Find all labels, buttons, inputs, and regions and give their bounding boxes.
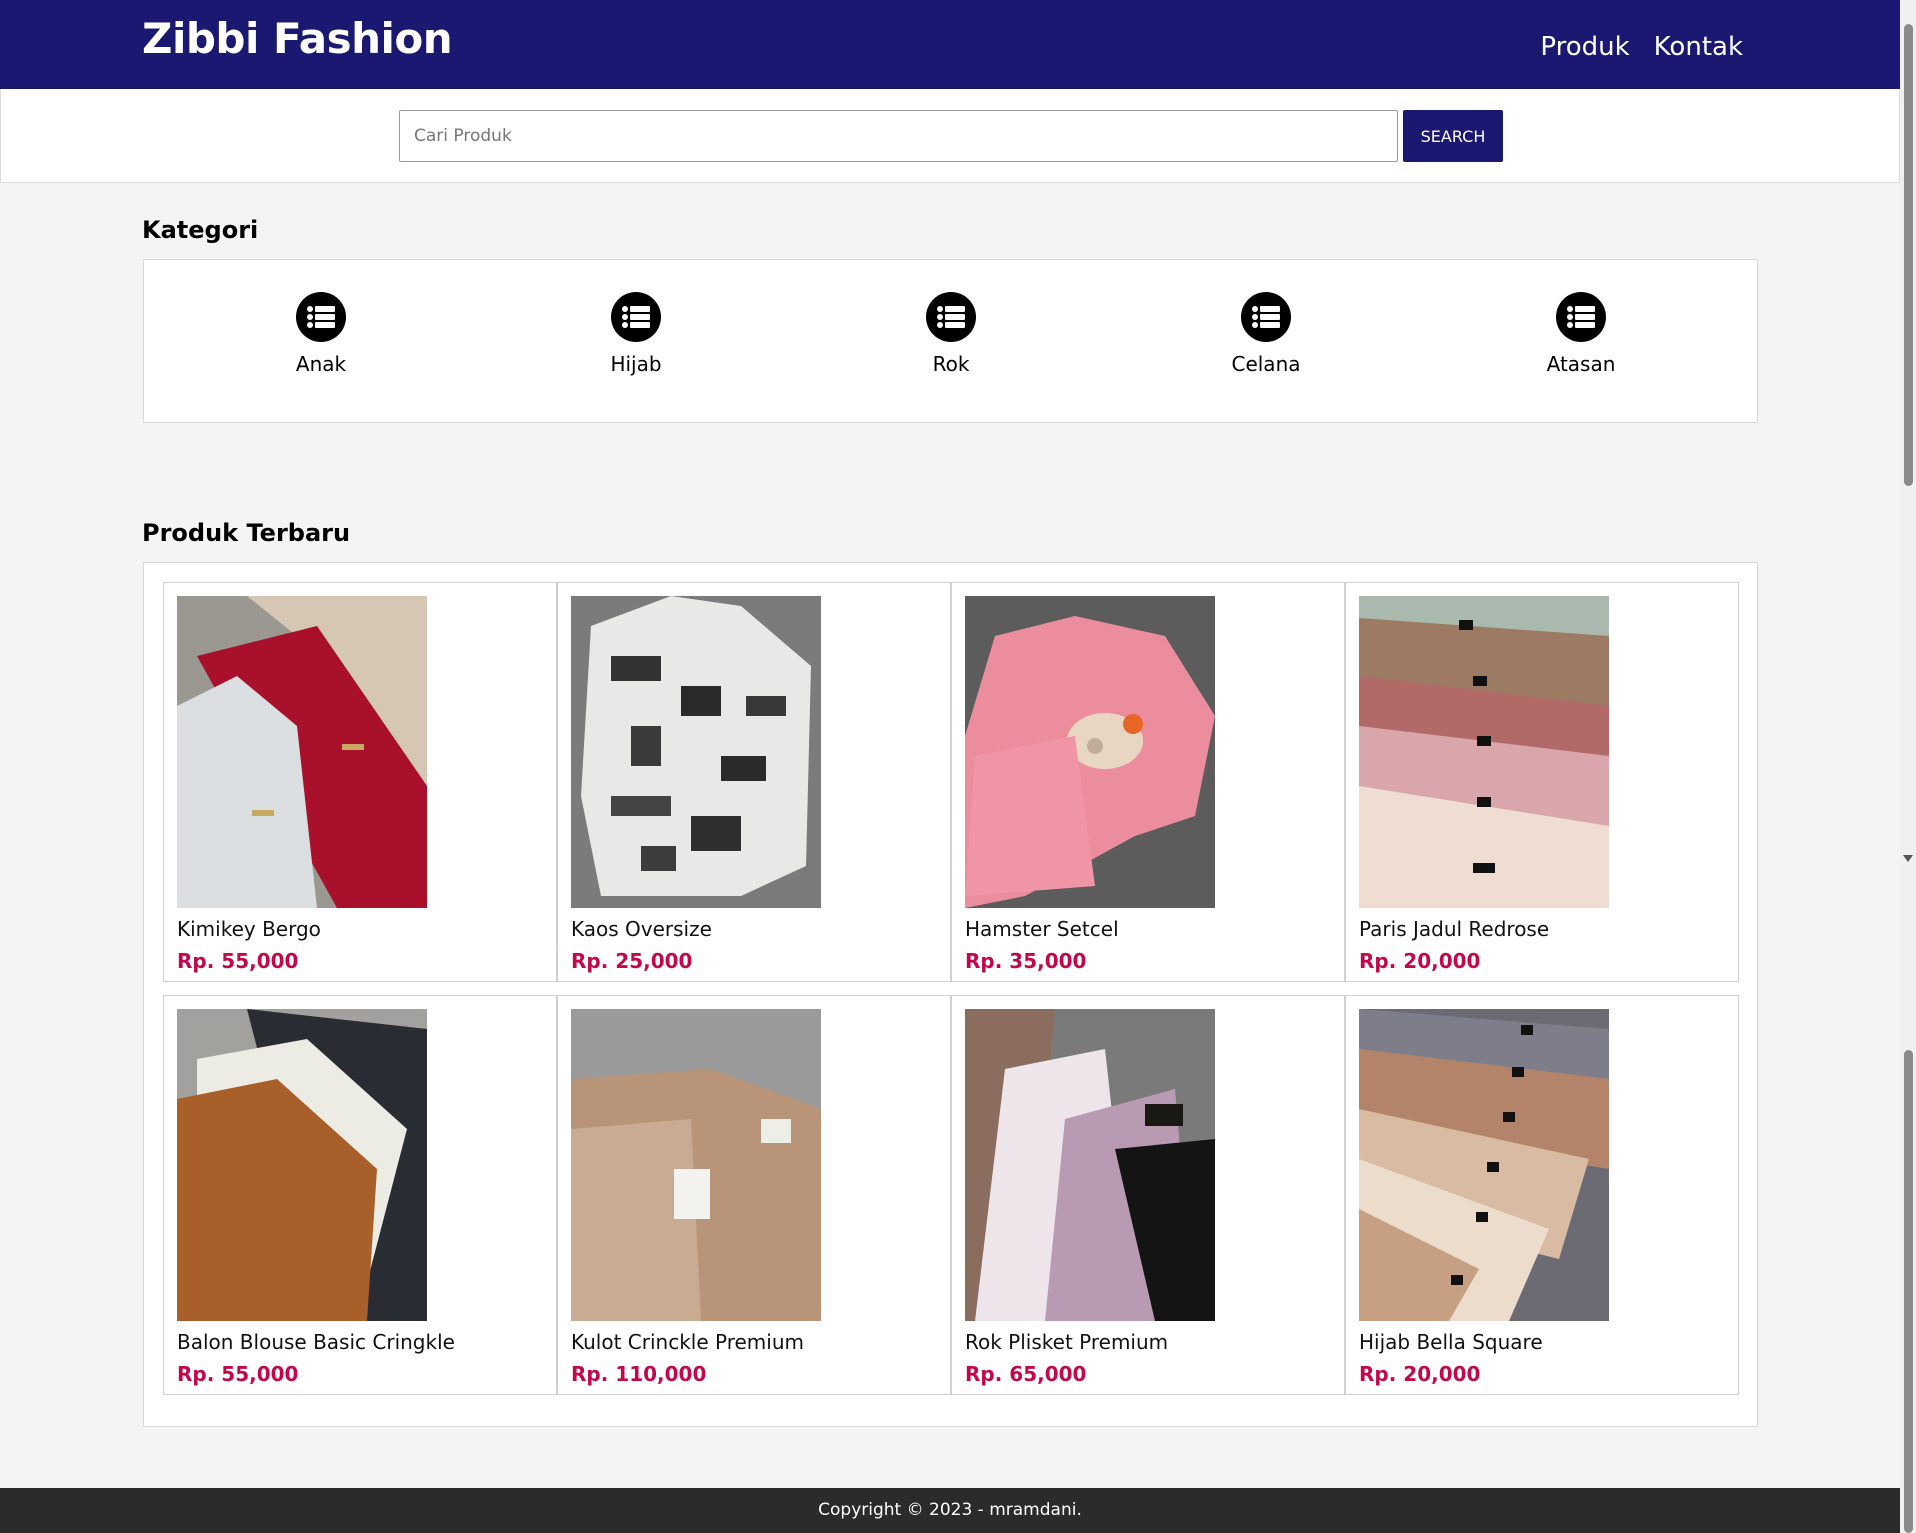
product-price: Rp. 20,000 [1359, 949, 1481, 973]
category-label: Atasan [1546, 352, 1616, 376]
search-button[interactable]: SEARCH [1403, 110, 1503, 162]
category-item-celana[interactable]: Celana [1206, 292, 1326, 376]
product-image[interactable] [177, 1009, 427, 1321]
product-image[interactable] [965, 1009, 1215, 1321]
product-price: Rp. 55,000 [177, 949, 299, 973]
list-icon [1241, 292, 1291, 342]
list-icon [611, 292, 661, 342]
scroll-down-arrow-icon[interactable] [1903, 855, 1913, 862]
category-item-atasan[interactable]: Atasan [1521, 292, 1641, 376]
list-icon [296, 292, 346, 342]
product-card[interactable]: Paris Jadul Redrose Rp. 20,000 [1345, 582, 1739, 982]
category-label: Celana [1231, 352, 1301, 376]
site-header: Zibbi Fashion Produk Kontak [0, 0, 1900, 89]
product-card[interactable]: Kulot Crinckle Premium Rp. 110,000 [557, 995, 951, 1395]
category-section-title: Kategori [142, 216, 259, 244]
product-price: Rp. 35,000 [965, 949, 1087, 973]
product-price: Rp. 20,000 [1359, 1362, 1481, 1386]
search-input[interactable] [399, 110, 1398, 162]
category-item-anak[interactable]: Anak [261, 292, 381, 376]
category-label: Anak [295, 352, 347, 376]
product-image[interactable] [177, 596, 427, 908]
product-section-title: Produk Terbaru [142, 519, 351, 547]
product-image[interactable] [1359, 596, 1609, 908]
brand-logo[interactable]: Zibbi Fashion [142, 14, 453, 63]
product-image[interactable] [1359, 1009, 1609, 1321]
category-item-rok[interactable]: Rok [891, 292, 1011, 376]
main-nav: Produk Kontak [1540, 32, 1743, 62]
nav-link-kontak[interactable]: Kontak [1654, 32, 1743, 62]
nav-link-produk[interactable]: Produk [1540, 32, 1629, 62]
product-price: Rp. 110,000 [571, 1362, 707, 1386]
search-bar: SEARCH [0, 89, 1900, 183]
scrollbar-thumb[interactable] [1904, 24, 1913, 486]
product-name: Paris Jadul Redrose [1359, 917, 1550, 941]
product-image[interactable] [965, 596, 1215, 908]
product-name: Hamster Setcel [965, 917, 1119, 941]
scrollbar-thumb-lower[interactable] [1904, 1050, 1913, 1533]
category-label: Rok [932, 352, 970, 376]
category-list: Anak Hijab Rok Celana Atasan [143, 259, 1758, 423]
product-grid: Kimikey Bergo Rp. 55,000 Kaos Oversize R… [143, 562, 1758, 1427]
product-price: Rp. 25,000 [571, 949, 693, 973]
product-card[interactable]: Kaos Oversize Rp. 25,000 [557, 582, 951, 982]
product-name: Hijab Bella Square [1359, 1330, 1543, 1354]
category-item-hijab[interactable]: Hijab [576, 292, 696, 376]
product-card[interactable]: Kimikey Bergo Rp. 55,000 [163, 582, 557, 982]
list-icon [1556, 292, 1606, 342]
product-name: Balon Blouse Basic Cringkle [177, 1330, 455, 1354]
copyright-text: Copyright © 2023 - mramdani. [818, 1500, 1082, 1520]
product-name: Kulot Crinckle Premium [571, 1330, 804, 1354]
product-image[interactable] [571, 596, 821, 908]
product-name: Kimikey Bergo [177, 917, 321, 941]
product-name: Rok Plisket Premium [965, 1330, 1169, 1354]
product-card[interactable]: Rok Plisket Premium Rp. 65,000 [951, 995, 1345, 1395]
list-icon [926, 292, 976, 342]
product-card[interactable]: Hijab Bella Square Rp. 20,000 [1345, 995, 1739, 1395]
product-card[interactable]: Hamster Setcel Rp. 35,000 [951, 582, 1345, 982]
product-image[interactable] [571, 1009, 821, 1321]
site-footer: Copyright © 2023 - mramdani. [0, 1488, 1900, 1533]
page-scrollbar[interactable] [1900, 0, 1916, 1533]
product-card[interactable]: Balon Blouse Basic Cringkle Rp. 55,000 [163, 995, 557, 1395]
category-label: Hijab [610, 352, 662, 376]
product-price: Rp. 65,000 [965, 1362, 1087, 1386]
product-price: Rp. 55,000 [177, 1362, 299, 1386]
product-name: Kaos Oversize [571, 917, 712, 941]
